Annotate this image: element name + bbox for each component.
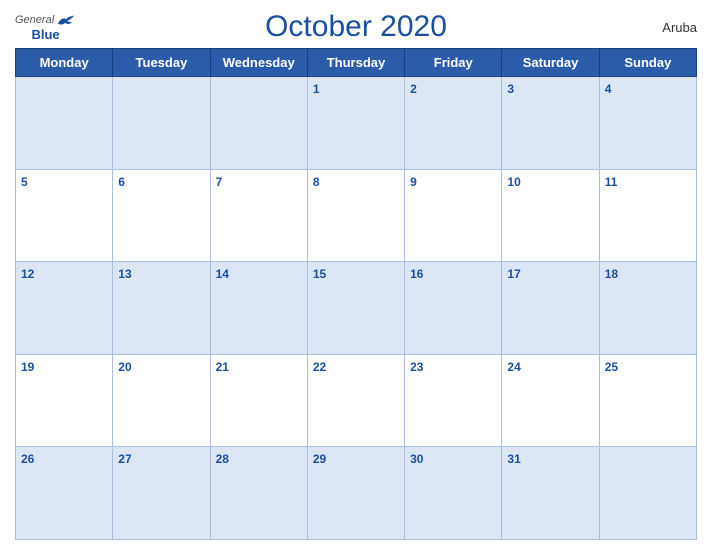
country-label: Aruba	[662, 20, 697, 35]
day-number: 11	[605, 175, 618, 189]
day-number: 3	[507, 82, 514, 96]
calendar-week-row: 12 13 14 15 16 17 18	[16, 262, 697, 355]
day-number: 21	[216, 360, 229, 374]
calendar-table: MondayTuesdayWednesdayThursdayFridaySatu…	[15, 48, 697, 540]
calendar-cell	[113, 77, 210, 170]
calendar-header: General Blue October 2020 Aruba	[15, 10, 697, 44]
calendar-cell: 3	[502, 77, 599, 170]
day-number: 18	[605, 267, 618, 281]
day-number: 29	[313, 452, 326, 466]
weekday-header-thursday: Thursday	[307, 49, 404, 77]
calendar-week-row: 26 27 28 29 30 31	[16, 447, 697, 540]
calendar-cell: 12	[16, 262, 113, 355]
calendar-cell: 31	[502, 447, 599, 540]
calendar-cell: 28	[210, 447, 307, 540]
weekday-header-friday: Friday	[405, 49, 502, 77]
calendar-cell: 20	[113, 354, 210, 447]
day-number: 20	[118, 360, 131, 374]
calendar-week-row: 1 2 3 4	[16, 77, 697, 170]
calendar-cell: 4	[599, 77, 696, 170]
day-number: 6	[118, 175, 125, 189]
calendar-cell: 27	[113, 447, 210, 540]
calendar-week-row: 19 20 21 22 23 24 25	[16, 354, 697, 447]
calendar-cell: 26	[16, 447, 113, 540]
day-number: 28	[216, 452, 229, 466]
day-number: 26	[21, 452, 34, 466]
calendar-cell: 19	[16, 354, 113, 447]
calendar-cell	[599, 447, 696, 540]
day-number: 12	[21, 267, 34, 281]
calendar-cell: 8	[307, 169, 404, 262]
calendar-cell: 30	[405, 447, 502, 540]
day-number: 7	[216, 175, 223, 189]
day-number: 10	[507, 175, 520, 189]
calendar-cell: 5	[16, 169, 113, 262]
calendar-cell: 18	[599, 262, 696, 355]
day-number: 14	[216, 267, 229, 281]
logo-bird-icon	[56, 14, 76, 28]
day-number: 16	[410, 267, 423, 281]
weekday-header-monday: Monday	[16, 49, 113, 77]
calendar-cell: 21	[210, 354, 307, 447]
day-number: 4	[605, 82, 612, 96]
calendar-cell: 17	[502, 262, 599, 355]
logo-general-text: General	[15, 15, 54, 26]
calendar-cell: 16	[405, 262, 502, 355]
calendar-cell: 13	[113, 262, 210, 355]
calendar-cell: 7	[210, 169, 307, 262]
calendar-cell: 23	[405, 354, 502, 447]
calendar-cell	[210, 77, 307, 170]
weekday-header-tuesday: Tuesday	[113, 49, 210, 77]
day-number: 24	[507, 360, 520, 374]
calendar-cell: 22	[307, 354, 404, 447]
logo: General Blue	[15, 14, 76, 41]
logo-blue-text: Blue	[31, 28, 59, 41]
calendar-cell: 6	[113, 169, 210, 262]
calendar-cell: 29	[307, 447, 404, 540]
day-number: 15	[313, 267, 326, 281]
calendar-cell: 2	[405, 77, 502, 170]
calendar-cell: 14	[210, 262, 307, 355]
calendar-cell: 11	[599, 169, 696, 262]
day-number: 25	[605, 360, 618, 374]
calendar-cell: 9	[405, 169, 502, 262]
day-number: 22	[313, 360, 326, 374]
day-number: 8	[313, 175, 320, 189]
day-number: 30	[410, 452, 423, 466]
weekday-header-sunday: Sunday	[599, 49, 696, 77]
day-number: 2	[410, 82, 417, 96]
calendar-cell: 25	[599, 354, 696, 447]
day-number: 9	[410, 175, 417, 189]
weekday-header-row: MondayTuesdayWednesdayThursdayFridaySatu…	[16, 49, 697, 77]
weekday-header-wednesday: Wednesday	[210, 49, 307, 77]
weekday-header-saturday: Saturday	[502, 49, 599, 77]
calendar-week-row: 5 6 7 8 9 10 11	[16, 169, 697, 262]
day-number: 23	[410, 360, 423, 374]
calendar-cell: 24	[502, 354, 599, 447]
day-number: 5	[21, 175, 28, 189]
calendar-cell: 15	[307, 262, 404, 355]
calendar-cell: 1	[307, 77, 404, 170]
day-number: 19	[21, 360, 34, 374]
day-number: 17	[507, 267, 520, 281]
page-title: October 2020	[265, 10, 447, 44]
calendar-cell: 10	[502, 169, 599, 262]
day-number: 27	[118, 452, 131, 466]
day-number: 31	[507, 452, 520, 466]
day-number: 13	[118, 267, 131, 281]
day-number: 1	[313, 82, 320, 96]
calendar-cell	[16, 77, 113, 170]
